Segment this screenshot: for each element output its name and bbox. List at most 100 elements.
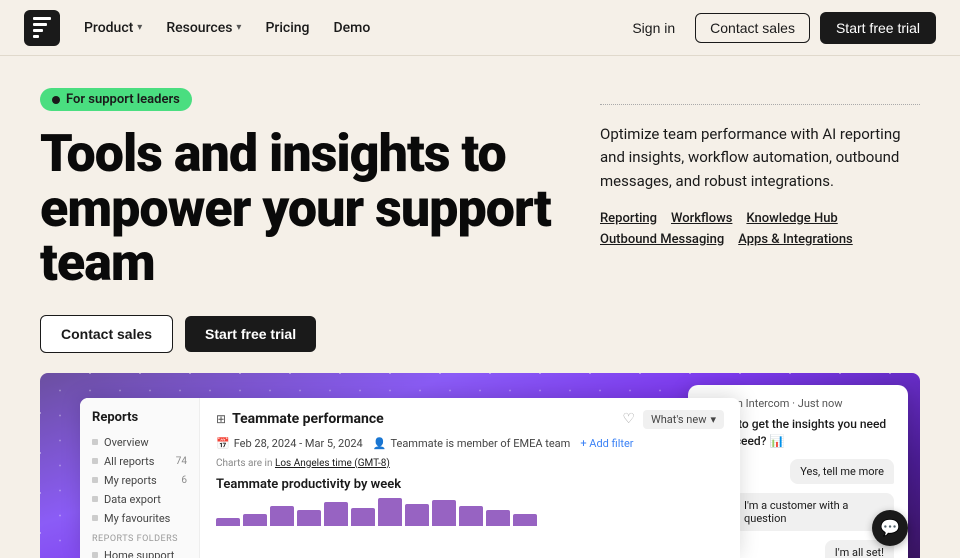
sidebar-item-label: All reports xyxy=(104,455,154,468)
chart-bar xyxy=(216,518,240,526)
hero-left: For support leaders Tools and insights t… xyxy=(40,88,560,353)
chart-bar xyxy=(405,504,429,526)
nav-demo-label: Demo xyxy=(334,20,371,36)
logo-line-1 xyxy=(33,17,51,20)
nav-product[interactable]: Product ▾ xyxy=(84,20,142,36)
filter-row: 📅 Feb 28, 2024 - Mar 5, 2024 👤 Teammate … xyxy=(216,437,724,450)
sidebar-item-label: Overview xyxy=(104,436,149,449)
dashboard-actions: ♡ What's new ▾ xyxy=(622,410,724,429)
add-filter-button[interactable]: + Add filter xyxy=(580,437,633,450)
nav-product-label: Product xyxy=(84,20,133,36)
dashboard-sidebar: Reports Overview All reports 74 My repor… xyxy=(80,398,200,558)
sidebar-dot-icon xyxy=(92,439,98,445)
hero-link-workflows[interactable]: Workflows xyxy=(671,211,732,226)
nav-right: Sign in Contact sales Start free trial xyxy=(622,12,936,44)
badge-label: For support leaders xyxy=(66,92,180,107)
chevron-down-icon: ▾ xyxy=(236,22,241,33)
sidebar-item-label: Data export xyxy=(104,493,161,506)
heart-icon[interactable]: ♡ xyxy=(622,411,635,427)
sidebar-badge: 74 xyxy=(176,456,187,467)
dashboard-title-row: ⊞ Teammate performance xyxy=(216,411,384,427)
sidebar-item-overview[interactable]: Overview xyxy=(88,433,191,452)
logo-line-3 xyxy=(33,29,43,32)
sidebar-item-favourites[interactable]: My favourites xyxy=(88,509,191,528)
logo[interactable] xyxy=(24,10,60,46)
nav-left: Product ▾ Resources ▾ Pricing Demo xyxy=(24,10,370,46)
chat-bubble-2: I'm a customer with a question xyxy=(734,493,894,531)
hero-title: Tools and insights to empower your suppo… xyxy=(40,127,560,291)
dashboard-main: ⊞ Teammate performance ♡ What's new ▾ 📅 … xyxy=(200,398,740,558)
nav-pricing[interactable]: Pricing xyxy=(265,20,309,36)
hero-feature-links: Reporting Workflows Knowledge Hub Outbou… xyxy=(600,211,920,247)
nav-resources[interactable]: Resources ▾ xyxy=(166,20,241,36)
sidebar-dot-icon xyxy=(92,458,98,464)
contact-sales-hero-button[interactable]: Contact sales xyxy=(40,315,173,353)
dashboard-title: Teammate performance xyxy=(232,411,384,427)
teammate-filter-label: Teammate is member of EMEA team xyxy=(390,437,570,450)
hero-link-outbound[interactable]: Outbound Messaging xyxy=(600,232,724,247)
chart-bar xyxy=(297,510,321,526)
chart-title: Teammate productivity by week xyxy=(216,477,724,492)
app-dashboard: Reports Overview All reports 74 My repor… xyxy=(80,398,740,558)
chat-launcher-icon: 💬 xyxy=(880,518,900,537)
sidebar-dot-icon xyxy=(92,496,98,502)
screenshot-area: Fin from Intercom · Just now Ready to ge… xyxy=(40,373,920,558)
chevron-down-icon: ▾ xyxy=(710,413,716,426)
sidebar-dot-icon xyxy=(92,552,98,558)
chat-launcher-button[interactable]: 💬 xyxy=(872,510,908,546)
sidebar-section-label: REPORTS FOLDERS xyxy=(88,528,191,546)
sidebar-dot-icon xyxy=(92,477,98,483)
sidebar-item-label: My reports xyxy=(104,474,157,487)
hero-link-reporting[interactable]: Reporting xyxy=(600,211,657,226)
whats-new-button[interactable]: What's new ▾ xyxy=(643,410,724,429)
free-trial-nav-button[interactable]: Start free trial xyxy=(820,12,936,44)
sidebar-item-my-reports[interactable]: My reports 6 xyxy=(88,471,191,490)
badge-dot xyxy=(52,96,60,104)
date-filter[interactable]: 📅 Feb 28, 2024 - Mar 5, 2024 xyxy=(216,437,363,450)
chart-bar xyxy=(324,502,348,526)
timezone-text: Charts are in xyxy=(216,458,272,469)
logo-line-2 xyxy=(33,23,47,26)
free-trial-hero-button[interactable]: Start free trial xyxy=(185,316,316,352)
chat-bubble-1: Yes, tell me more xyxy=(790,459,894,484)
nav-pricing-label: Pricing xyxy=(265,20,309,36)
chart-bar xyxy=(243,514,267,526)
teammate-filter[interactable]: 👤 Teammate is member of EMEA team xyxy=(373,437,571,450)
contact-sales-nav-button[interactable]: Contact sales xyxy=(695,13,810,43)
hero-actions: Contact sales Start free trial xyxy=(40,315,560,353)
chart-bar xyxy=(270,506,294,526)
date-range-label: Feb 28, 2024 - Mar 5, 2024 xyxy=(234,437,363,450)
chart-bar xyxy=(486,510,510,526)
hero-title-line1: Tools and insights to xyxy=(40,123,506,184)
hero-link-knowledge[interactable]: Knowledge Hub xyxy=(746,211,837,226)
person-icon: 👤 xyxy=(373,437,387,450)
calendar-icon: 📅 xyxy=(216,437,230,450)
sidebar-item-folder[interactable]: Home support xyxy=(88,546,191,558)
sidebar-item-data-export[interactable]: Data export xyxy=(88,490,191,509)
dashboard-header: ⊞ Teammate performance ♡ What's new ▾ xyxy=(216,410,724,429)
chevron-down-icon: ▾ xyxy=(137,22,142,33)
sidebar-folder-label: Home support xyxy=(104,549,174,558)
grid-icon: ⊞ xyxy=(216,412,226,426)
hero-title-line3: team xyxy=(40,232,155,293)
logo-icon xyxy=(33,17,51,38)
sidebar-badge: 6 xyxy=(181,475,187,486)
sidebar-item-all-reports[interactable]: All reports 74 xyxy=(88,452,191,471)
hero-link-integrations[interactable]: Apps & Integrations xyxy=(738,232,853,247)
timezone-link[interactable]: Los Angeles time (GMT-8) xyxy=(275,458,390,469)
hero-description: Optimize team performance with AI report… xyxy=(600,123,920,193)
chart-bar xyxy=(513,514,537,526)
sidebar-title: Reports xyxy=(88,410,191,433)
audience-badge: For support leaders xyxy=(40,88,192,111)
chart-bar xyxy=(378,498,402,526)
dotted-divider xyxy=(600,104,920,105)
sidebar-item-label: My favourites xyxy=(104,512,170,525)
logo-line-4 xyxy=(33,35,39,38)
timezone-info: Charts are in Los Angeles time (GMT-8) xyxy=(216,458,724,469)
whats-new-label: What's new xyxy=(651,413,706,426)
hero-section: For support leaders Tools and insights t… xyxy=(0,56,960,353)
signin-button[interactable]: Sign in xyxy=(622,14,685,42)
chart-bar xyxy=(351,508,375,526)
nav-demo[interactable]: Demo xyxy=(334,20,371,36)
hero-title-line2: empower your support xyxy=(40,178,551,239)
